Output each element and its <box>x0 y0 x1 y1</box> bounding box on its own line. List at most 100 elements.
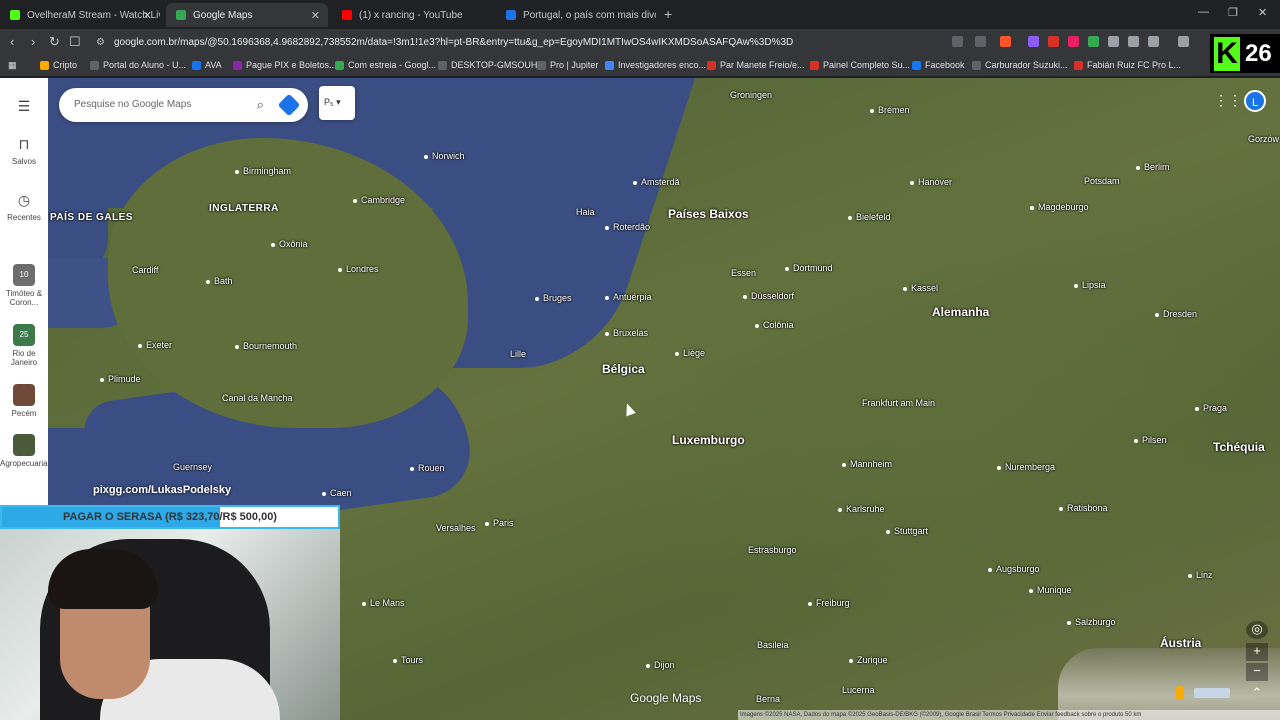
bookmark-item[interactable]: AVA <box>192 60 222 70</box>
apps-grid-icon[interactable]: ▦ <box>8 60 17 71</box>
bookmark-item[interactable]: Com estreia - Googl... <box>335 60 436 70</box>
map-label[interactable]: Londres <box>338 264 379 274</box>
recent-place-item[interactable]: 25 Rio de Janeiro <box>0 324 48 367</box>
map-label[interactable]: Antuérpia <box>605 292 652 302</box>
map-label[interactable]: Basileia <box>757 640 789 650</box>
map-label[interactable]: Cardiff <box>132 265 158 275</box>
map-label[interactable]: Oxônia <box>271 239 308 249</box>
share-icon[interactable] <box>975 36 986 47</box>
map-label[interactable]: Dresden <box>1155 309 1197 319</box>
map-label[interactable]: Guernsey <box>173 462 212 472</box>
map-label[interactable]: Rouen <box>410 463 445 473</box>
map-label[interactable]: Paris <box>485 518 514 528</box>
recent-button[interactable]: ◷ Recentes <box>0 192 48 222</box>
bookmark-item[interactable]: Pro | Jupiter <box>537 60 598 70</box>
search-icon[interactable]: ⌕ <box>257 88 264 122</box>
map-label[interactable]: Luxemburgo <box>672 433 745 447</box>
reload-icon[interactable]: ↻ <box>49 34 60 50</box>
extension-icon[interactable] <box>1108 36 1119 47</box>
map-label[interactable]: Cambridge <box>353 195 405 205</box>
map-label[interactable]: Dijon <box>646 660 675 670</box>
bookmark-item[interactable]: Investigadores enco... <box>605 60 706 70</box>
close-icon[interactable]: ✕ <box>311 9 320 22</box>
map-label[interactable]: Lucerna <box>842 685 875 695</box>
map-label[interactable]: INGLATERRA <box>209 203 279 214</box>
map-label[interactable]: Bath <box>206 276 233 286</box>
map-label[interactable]: Haia <box>576 207 595 217</box>
recent-place-item[interactable]: Pecém <box>0 384 48 418</box>
map-label[interactable]: Alemanha <box>932 305 989 319</box>
expand-icon[interactable]: ⌃ <box>1246 685 1268 703</box>
close-icon[interactable]: ✕ <box>143 9 152 22</box>
google-apps-icon[interactable]: ⋮⋮ <box>1214 92 1242 109</box>
map-label[interactable]: Exeter <box>138 340 172 350</box>
layers-thumbnail[interactable] <box>1194 688 1230 698</box>
bookmark-item[interactable]: Painel Completo Su... <box>810 60 910 70</box>
recent-place-item[interactable]: Agropecuaria... <box>0 434 54 468</box>
tab-stream[interactable]: OvelheraM Stream - Watch Live o ✕ <box>0 3 160 27</box>
minimize-icon[interactable]: — <box>1198 6 1209 18</box>
tab-article[interactable]: Portugal, o país com mais divórcios o <box>496 3 656 27</box>
map-label[interactable]: Berna <box>756 694 780 704</box>
map-label[interactable]: Potsdam <box>1084 176 1120 186</box>
map-label[interactable]: Liège <box>675 348 705 358</box>
map-label[interactable]: Mannheim <box>842 459 892 469</box>
bookmark-item[interactable]: Portal do Aluno - U... <box>90 60 186 70</box>
map-label[interactable]: Essen <box>731 268 756 278</box>
map-label[interactable]: Stuttgart <box>886 526 928 536</box>
map-label[interactable]: Salzburgo <box>1067 617 1116 627</box>
bookmark-icon[interactable]: ☐ <box>69 34 81 50</box>
layer-chip[interactable]: P₅ ▾ <box>319 86 355 120</box>
window-close-icon[interactable]: ✕ <box>1258 6 1267 19</box>
map-label[interactable]: Augsburgo <box>988 564 1040 574</box>
pegman-icon[interactable] <box>1176 686 1184 700</box>
extension-icon[interactable] <box>1088 36 1099 47</box>
map-label[interactable]: Norwich <box>424 151 465 161</box>
map-label[interactable]: Áustria <box>1160 636 1201 650</box>
tab-youtube[interactable]: (1) x rancing - YouTube <box>332 3 492 27</box>
map-label[interactable]: Magdeburgo <box>1030 202 1089 212</box>
search-input[interactable]: Pesquise no Google Maps ⌕ <box>59 88 308 122</box>
map-label[interactable]: Bruges <box>535 293 572 303</box>
map-label[interactable]: Düsseldorf <box>743 291 794 301</box>
map-label[interactable]: Amsterdã <box>633 177 680 187</box>
extension-icon[interactable] <box>1028 36 1039 47</box>
map-label[interactable]: Hanóver <box>910 177 952 187</box>
map-label[interactable]: Groningen <box>730 90 772 100</box>
extension-icon[interactable] <box>1068 36 1079 47</box>
map-label[interactable]: Le Mans <box>362 598 405 608</box>
map-label[interactable]: Caen <box>322 488 352 498</box>
map-label[interactable]: Kassel <box>903 283 938 293</box>
map-label[interactable]: Bruxelas <box>605 328 648 338</box>
my-location-icon[interactable]: ◎ <box>1246 621 1268 639</box>
map-label[interactable]: Munique <box>1029 585 1072 595</box>
map-label[interactable]: Gorzów Wielkopo <box>1248 134 1280 144</box>
map-label[interactable]: Birmingham <box>235 166 291 176</box>
map-label[interactable]: Karlsruhe <box>838 504 885 514</box>
map-label[interactable]: Berlim <box>1136 162 1170 172</box>
avatar[interactable]: L <box>1244 90 1266 112</box>
map-label[interactable]: Frankfurt am Main <box>862 398 935 408</box>
saved-button[interactable]: ⊓ Salvos <box>0 136 48 166</box>
extension-icon[interactable] <box>1148 36 1159 47</box>
map-label[interactable]: Colônia <box>755 320 794 330</box>
bookmark-item[interactable]: Carburador Suzuki... <box>972 60 1068 70</box>
zoom-out-button[interactable]: − <box>1246 663 1268 681</box>
maximize-icon[interactable]: ❐ <box>1228 6 1238 19</box>
map-label[interactable]: Brémen <box>870 105 910 115</box>
map-label[interactable]: Países Baixos <box>668 207 749 221</box>
directions-icon[interactable] <box>277 93 301 117</box>
bookmark-item[interactable]: Pague PIX e Boletos... <box>233 60 337 70</box>
bookmark-item[interactable]: Cripto <box>40 60 77 70</box>
map-label[interactable]: Bournemouth <box>235 341 297 351</box>
map-label[interactable]: Canal da Mancha <box>222 393 293 403</box>
site-info-icon[interactable]: ⚙ <box>96 33 105 52</box>
extension-icon[interactable] <box>1048 36 1059 47</box>
map-label[interactable]: Tours <box>393 655 423 665</box>
extensions-puzzle-icon[interactable] <box>1128 36 1139 47</box>
menu-button[interactable]: ☰ <box>0 98 48 119</box>
map-label[interactable]: Zurique <box>849 655 888 665</box>
map-label[interactable]: Linz <box>1188 570 1213 580</box>
map-label[interactable]: Estrasburgo <box>748 545 797 555</box>
bookmark-item[interactable]: DESKTOP-GMSOUHF <box>438 60 543 70</box>
